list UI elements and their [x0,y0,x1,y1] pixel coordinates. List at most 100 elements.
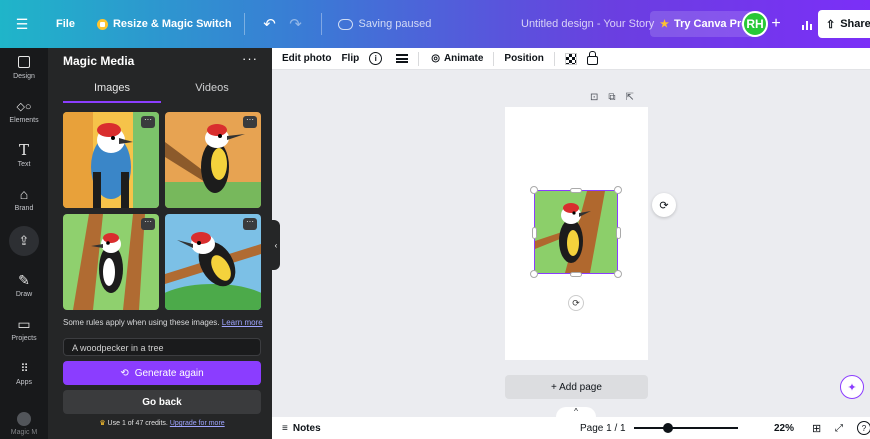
resize-handle[interactable] [532,227,537,239]
footer-bar: ≡ Notes Page 1 / 1 22% ⊞ ⤢ ? [272,417,870,439]
resize-handle[interactable] [570,188,582,193]
generate-again-button[interactable]: ⟲ Generate again [63,361,261,385]
rotate-icon[interactable]: ⟳ [568,295,584,311]
go-back-button[interactable]: Go back [63,390,261,414]
notes-label: Notes [292,422,321,434]
more-options-icon[interactable]: ··· [243,116,257,128]
undo-icon[interactable]: ↶ [257,0,283,48]
rail-item-projects[interactable]: ▭ Projects [0,315,48,343]
magic-assistant-icon[interactable]: ✦ [840,375,864,399]
insights-icon[interactable] [795,11,819,37]
add-page-button[interactable]: + Add page [505,375,648,399]
rules-text: Some rules apply when using these images… [63,318,220,327]
rail-label: Draw [15,291,33,298]
rail-item-elements[interactable]: ◇○ Elements [0,98,48,125]
edit-photo-button[interactable]: Edit photo [282,53,331,64]
page-indicator[interactable]: Page 1 / 1 [580,423,626,434]
resize-handle[interactable] [570,272,582,277]
grid-view-icon[interactable]: ⊞ [812,422,821,435]
chevron-up-icon[interactable]: ^ [556,407,596,417]
upload-icon: ⇪ [9,226,39,256]
context-toolbar: Edit photo Flip i ◎ Animate Position [272,48,870,70]
share-label: Share [840,18,870,30]
animate-icon: ◎ [431,53,440,64]
rail-item-brand[interactable]: ⌂ Brand [0,186,48,212]
divider [493,51,495,66]
page-tools: ⊡ ⧉ ⇱ [590,92,634,103]
learn-more-link[interactable]: Learn more [222,318,263,327]
generated-image-3[interactable]: ··· [63,214,159,310]
fullscreen-icon[interactable]: ⤢ [835,423,843,434]
resize-handle[interactable] [614,270,622,278]
rail-item-magic-media[interactable]: Magic M [0,412,48,436]
more-options-icon[interactable]: ··· [242,51,258,66]
collapse-panel-handle[interactable]: ‹ [272,220,280,270]
resize-magic-switch-button[interactable]: Resize & Magic Switch [96,0,232,48]
notes-button[interactable]: ≡ Notes [282,423,321,434]
lock-icon[interactable] [586,51,598,65]
top-bar: ☰ File Resize & Magic Switch ↶ ↷ Saving … [0,0,870,48]
try-pro-label: Try Canva Pro [673,18,748,30]
resize-handle[interactable] [530,270,538,278]
generated-image-4[interactable]: ··· [165,214,261,310]
folder-icon: ▭ [17,315,31,332]
magic-media-panel: Magic Media ··· Images Videos ··· ··· ··… [48,48,272,439]
file-menu-button[interactable]: File [56,0,75,48]
generated-image-2[interactable]: ··· [165,112,261,208]
credits-text: Use 1 of 47 credits. [107,420,168,427]
tab-videos[interactable]: Videos [163,82,261,94]
rail-item-apps[interactable]: ⠿ Apps [0,360,48,387]
prompt-input[interactable]: A woodpecker in a tree [63,338,261,356]
crown-icon [96,18,108,30]
divider [320,13,322,35]
tab-images[interactable]: Images [63,82,161,94]
shapes-icon: ◇○ [16,100,32,113]
more-options-icon[interactable]: ··· [243,218,257,230]
avatar[interactable]: RH [742,11,768,37]
zoom-slider[interactable] [634,423,738,433]
add-page-icon[interactable]: ⇱ [626,92,634,103]
rail-label: Projects [11,335,37,342]
rail-item-uploads[interactable]: ⇪ [0,226,48,256]
rail-item-text[interactable]: T Text [0,141,48,168]
text-icon: T [18,141,29,159]
rail-label: Design [13,73,35,80]
border-style-icon[interactable] [396,54,409,63]
crown-icon: ★ [660,18,669,30]
resize-handle[interactable] [616,227,621,239]
animate-button[interactable]: ◎ Animate [431,53,483,64]
help-icon[interactable]: ? [857,421,870,435]
document-title[interactable]: Untitled design - Your Story [521,0,654,48]
share-icon: ⇧ [826,18,836,31]
regenerate-icon[interactable]: ⟳ [652,193,676,217]
resize-handle[interactable] [614,186,622,194]
redo-icon[interactable]: ↷ [283,0,309,48]
save-status[interactable]: Saving paused [337,0,431,48]
flip-button[interactable]: Flip [341,53,359,64]
transparency-icon[interactable] [564,52,577,65]
info-icon[interactable]: i [369,52,383,65]
panel-title: Magic Media [63,54,135,68]
rail-item-draw[interactable]: ✎ Draw [0,272,48,299]
rail-label: Brand [14,205,34,212]
duplicate-page-icon[interactable]: ⧉ [608,92,615,103]
lock-page-icon[interactable]: ⊡ [590,92,598,103]
position-button[interactable]: Position [504,53,543,64]
selection-frame [534,190,618,274]
more-options-icon[interactable]: ··· [141,218,155,230]
more-options-icon[interactable]: ··· [141,116,155,128]
zoom-level[interactable]: 22% [774,423,794,434]
upgrade-link[interactable]: Upgrade for more [170,420,225,427]
rail-item-design[interactable]: Design [0,54,48,80]
credits-note: ♛ Use 1 of 47 credits. Upgrade for more [63,419,261,427]
zoom-slider-thumb[interactable] [663,423,673,433]
layout-icon [16,54,32,70]
menu-icon[interactable]: ☰ [10,0,34,48]
active-tab-indicator [63,101,161,103]
rail-label: Magic M [10,429,38,436]
add-collaborator-button[interactable]: + [768,11,784,37]
refresh-icon: ⟲ [120,367,129,379]
generated-image-1[interactable]: ··· [63,112,159,208]
resize-handle[interactable] [530,186,538,194]
share-button[interactable]: ⇧ Share [818,10,870,38]
